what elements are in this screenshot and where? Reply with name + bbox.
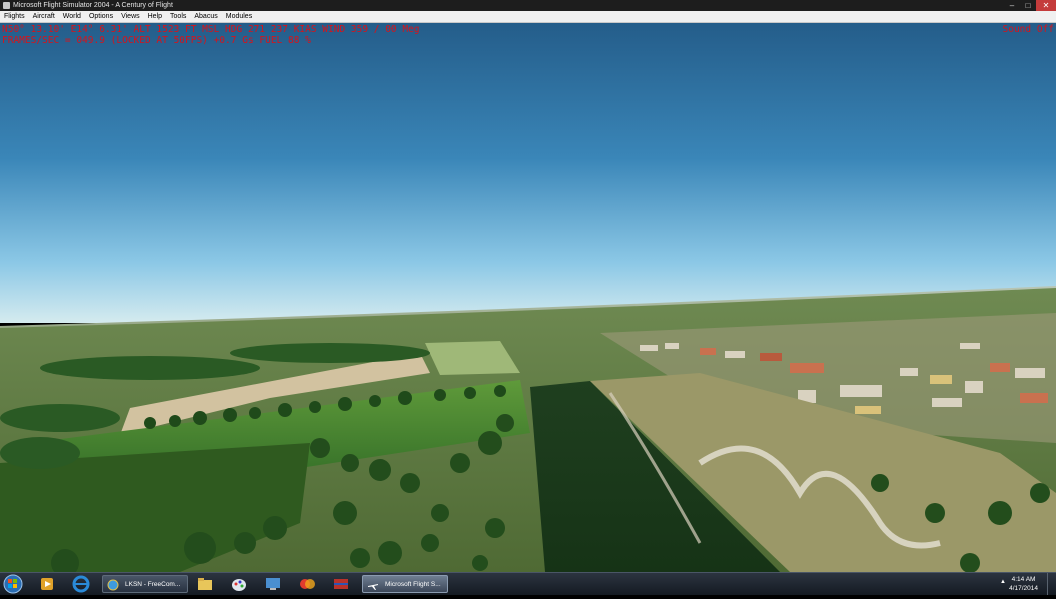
- tray-expand-icon[interactable]: ▲: [1000, 579, 1006, 585]
- app-icon-flag[interactable]: [332, 575, 358, 593]
- menu-abacus[interactable]: Abacus: [190, 11, 221, 22]
- menu-bar: Flights Aircraft World Options Views Hel…: [0, 11, 1056, 23]
- clock-date: 4/17/2014: [1009, 585, 1038, 592]
- menu-views[interactable]: Views: [117, 11, 144, 22]
- title-bar: Microsoft Flight Simulator 2004 - A Cent…: [0, 0, 1056, 11]
- close-button[interactable]: ✕: [1036, 0, 1056, 11]
- start-button[interactable]: [3, 574, 25, 594]
- airplane-icon: [368, 584, 378, 590]
- task-flight-simulator[interactable]: Microsoft Flight S...: [362, 575, 448, 593]
- flight-view[interactable]: N50° 13.10' E14° 6.31' ALT 1523 FT MSL H…: [0, 23, 1056, 572]
- menu-aircraft[interactable]: Aircraft: [29, 11, 59, 22]
- sky: [0, 23, 1056, 323]
- paint-icon[interactable]: [230, 575, 256, 593]
- app-icon-colorful[interactable]: [298, 575, 324, 593]
- task-label: Microsoft Flight S...: [385, 581, 441, 588]
- window-title: Microsoft Flight Simulator 2004 - A Cent…: [13, 2, 173, 9]
- internet-explorer-icon[interactable]: [72, 575, 98, 593]
- windows-orb-icon: [3, 574, 23, 594]
- maximize-button[interactable]: □: [1020, 0, 1036, 11]
- remote-desktop-icon[interactable]: [264, 575, 290, 593]
- media-player-icon[interactable]: [38, 575, 64, 593]
- menu-tools[interactable]: Tools: [166, 11, 190, 22]
- task-label: LKSN - FreeCom...: [125, 581, 181, 588]
- scenery: [0, 23, 1056, 572]
- clock-time: 4:14 AM: [1011, 576, 1036, 583]
- show-desktop-button[interactable]: [1047, 573, 1056, 595]
- menu-help[interactable]: Help: [144, 11, 166, 22]
- app-icon: [3, 2, 10, 9]
- sound-status: Sound Off: [1002, 24, 1054, 35]
- minimize-button[interactable]: –: [1004, 0, 1020, 11]
- system-clock[interactable]: 4:14 AM 4/17/2014: [1009, 575, 1038, 593]
- menu-flights[interactable]: Flights: [0, 11, 29, 22]
- globe-icon: [107, 579, 119, 591]
- taskbar: LKSN - FreeCom... Microsoft Flight S... …: [0, 572, 1056, 595]
- menu-modules[interactable]: Modules: [222, 11, 256, 22]
- menu-options[interactable]: Options: [85, 11, 117, 22]
- hud-line-1: N50° 13.10' E14° 6.31' ALT 1523 FT MSL H…: [2, 24, 420, 35]
- task-freecom[interactable]: LKSN - FreeCom...: [102, 575, 188, 593]
- menu-world[interactable]: World: [59, 11, 85, 22]
- hud-line-2: FRAMES/SEC = 049.9 (LOCKED AT 50FPS) +0.…: [2, 35, 311, 46]
- folder-icon[interactable]: [196, 575, 222, 593]
